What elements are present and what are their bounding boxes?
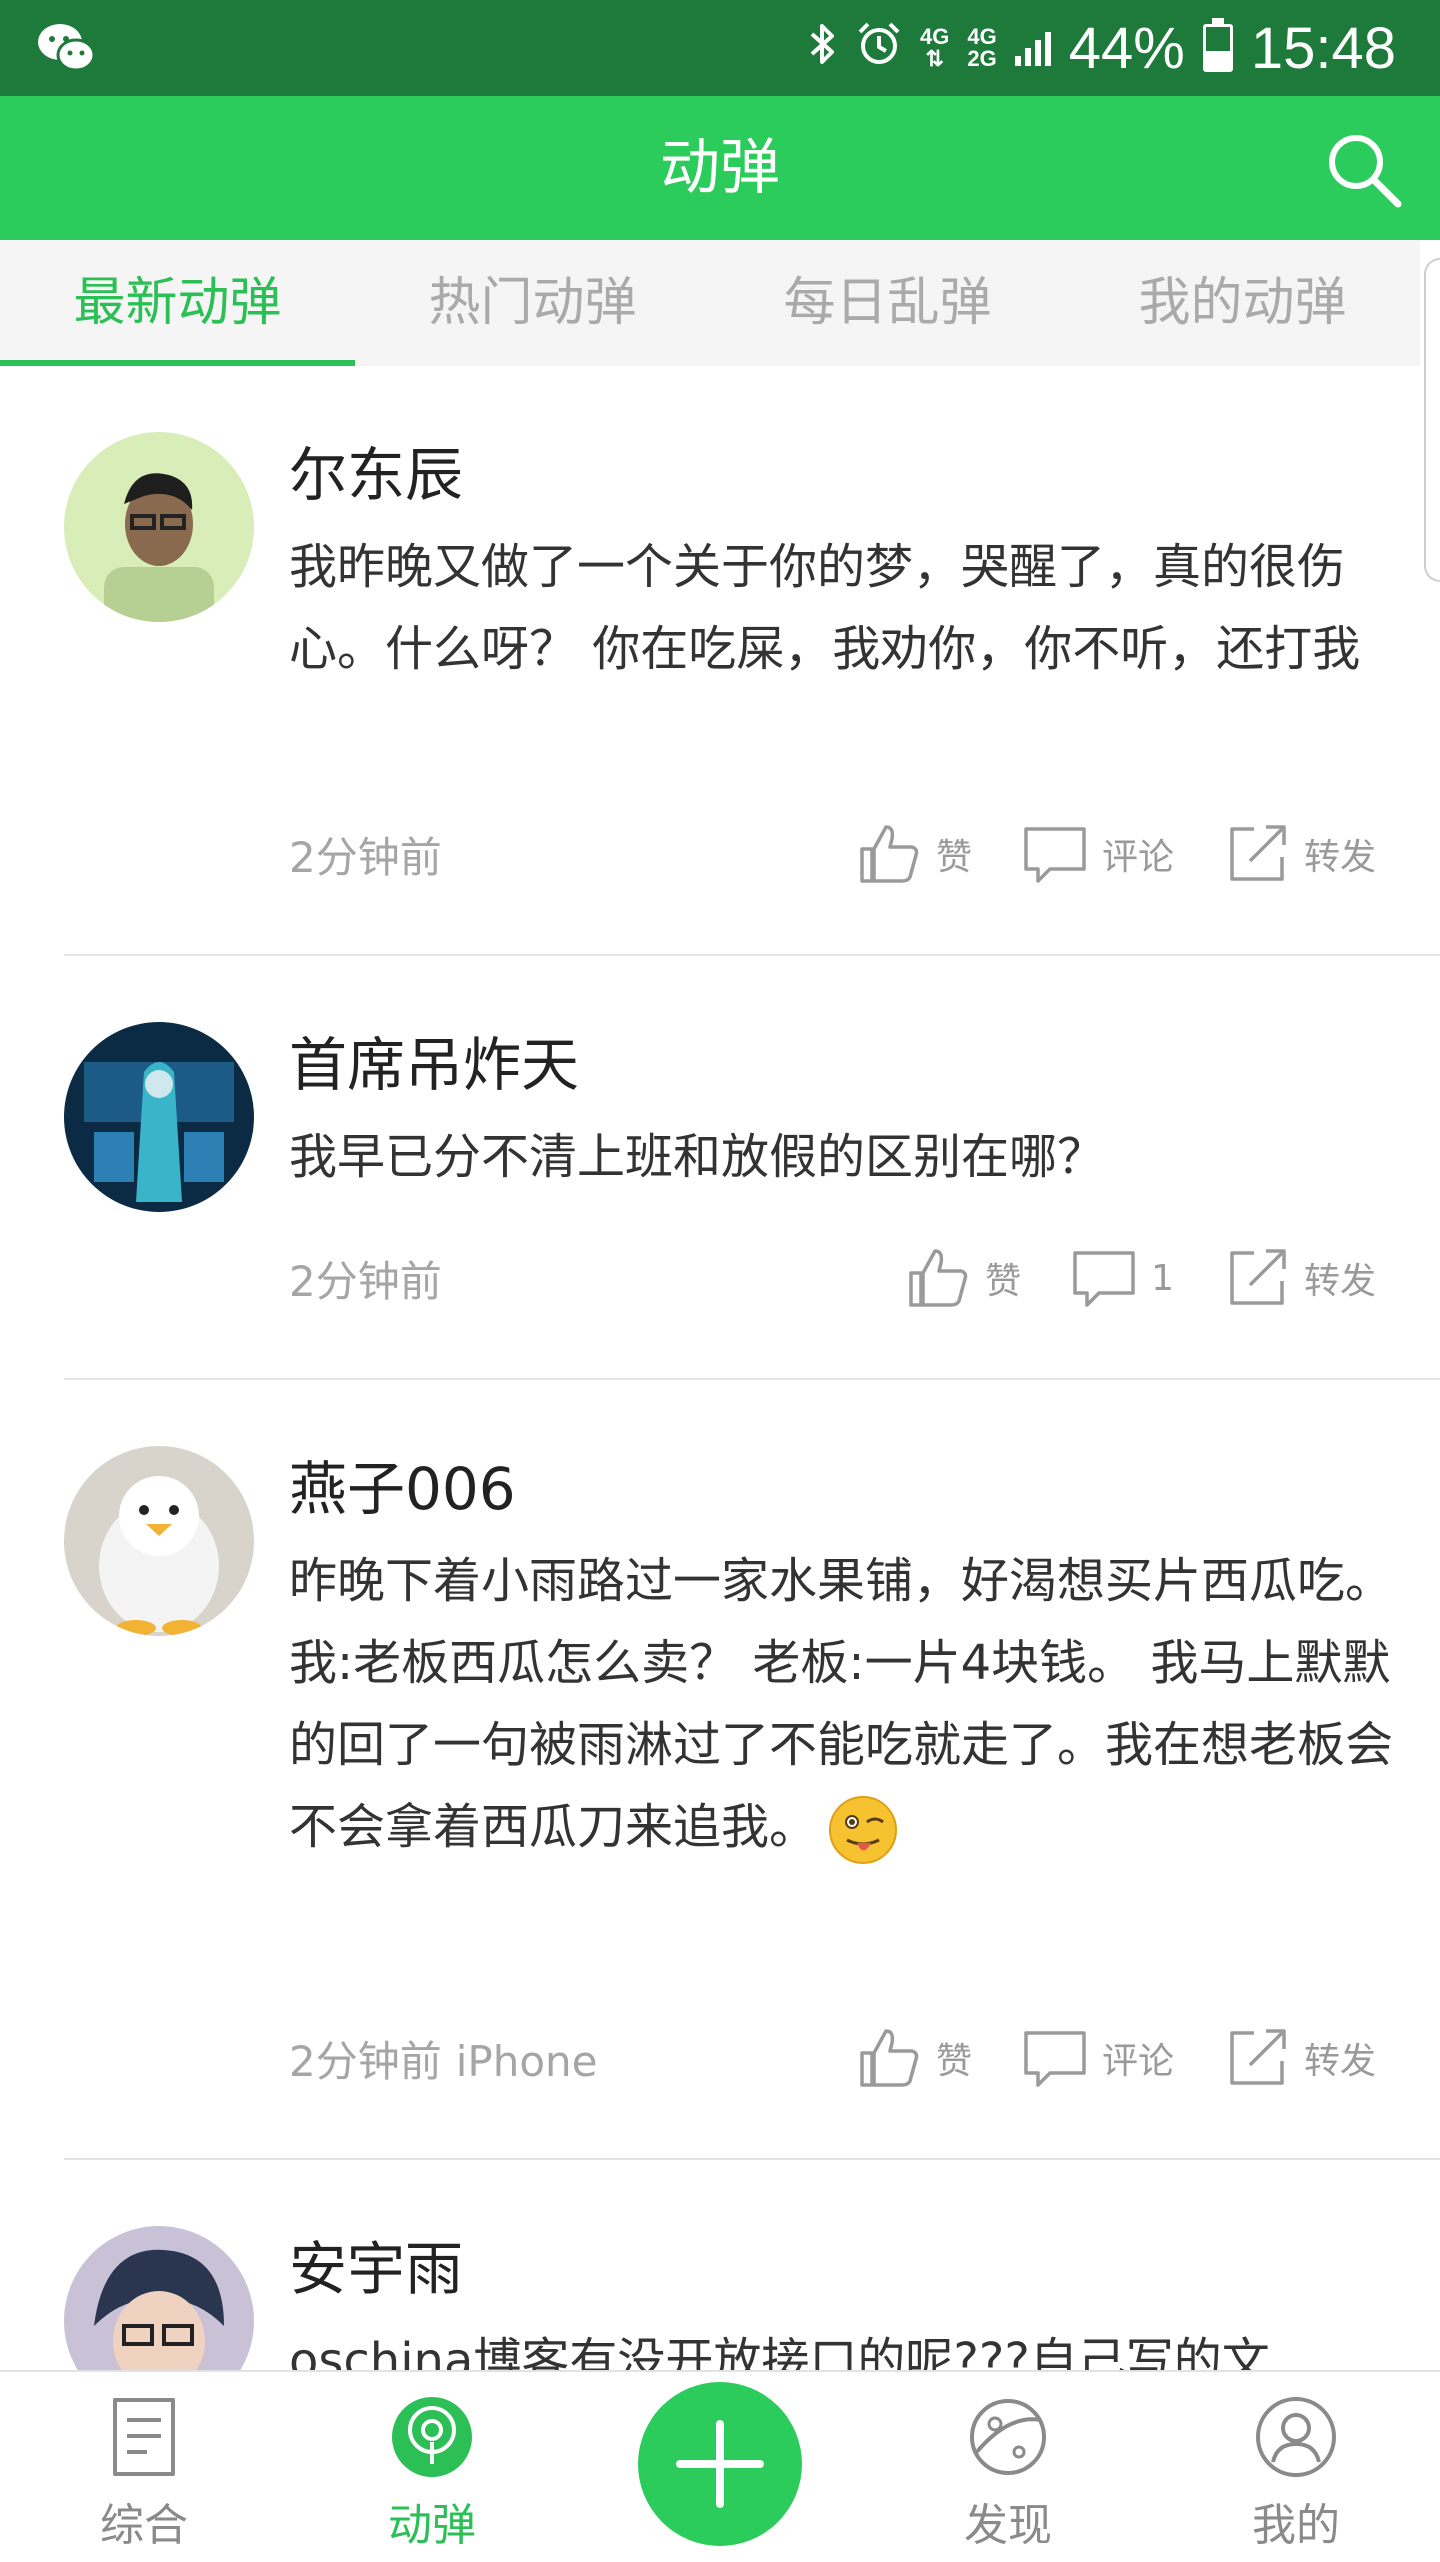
like-button[interactable]: 赞: [856, 821, 972, 887]
planet-icon: [970, 2399, 1046, 2475]
like-label: 赞: [935, 837, 972, 878]
username[interactable]: 尔东辰: [289, 440, 463, 510]
forward-button[interactable]: 转发: [1224, 821, 1376, 887]
tab-hot[interactable]: 热门动弹: [355, 240, 710, 366]
thumbs-up-icon: [860, 2029, 919, 2087]
status-bar: 4G ⇅ 4G 2G 44% 15:48: [0, 0, 1440, 96]
nav-label: 动弹: [388, 2500, 476, 2551]
nav-label: 综合: [100, 2500, 188, 2551]
nav-general[interactable]: 综合: [0, 2372, 288, 2562]
comment-label: 评论: [1101, 837, 1174, 878]
list-item[interactable]: 首席吊炸天 我早已分不清上班和放假的区别在哪？ 2分钟前 赞 1 转发: [64, 956, 1440, 1380]
post-time: 2分钟前: [289, 1257, 442, 1306]
page-title: 动弹: [660, 133, 780, 203]
post-content: 我早已分不清上班和放假的区别在哪？: [289, 1129, 1106, 1185]
comment-button[interactable]: 1: [1071, 1245, 1174, 1311]
share-icon: [1230, 2029, 1286, 2085]
avatar[interactable]: [64, 1022, 254, 1212]
share-icon: [1230, 825, 1286, 881]
comment-count: 1: [1151, 1257, 1174, 1299]
tab-latest[interactable]: 最新动弹: [0, 240, 355, 366]
thumbs-up-icon: [860, 825, 919, 883]
like-label: 赞: [985, 1261, 1022, 1302]
bluetooth-icon: [806, 15, 838, 82]
share-icon: [1230, 1249, 1286, 1305]
comment-button[interactable]: 评论: [1022, 2025, 1174, 2091]
username[interactable]: 首席吊炸天: [289, 1030, 579, 1100]
comment-icon: [1024, 827, 1086, 883]
forward-label: 转发: [1303, 837, 1376, 878]
post-meta: 2分钟前: [289, 828, 442, 888]
forward-label: 转发: [1303, 1261, 1376, 1302]
list-item[interactable]: 尔东辰 我昨晚又做了一个关于你的梦，哭醒了，真的很伤心。什么呀？ 你在吃屎，我劝…: [64, 366, 1440, 956]
nav-label: 我的: [1252, 2500, 1340, 2551]
search-icon: [1329, 135, 1402, 208]
comment-icon: [1073, 1251, 1135, 1307]
plus-icon: [676, 2420, 764, 2508]
document-icon: [113, 2398, 175, 2476]
battery-icon: [1202, 18, 1233, 72]
like-button[interactable]: 赞: [905, 1245, 1021, 1311]
user-icon: [1256, 2397, 1336, 2477]
comment-icon: [1024, 2031, 1086, 2087]
post-time: 2分钟前: [289, 833, 442, 882]
wechat-notification-icon: [36, 22, 96, 78]
post-content: oschina博客有没开放接口的呢???自己写的文: [289, 2333, 1270, 2370]
post-device: iPhone: [455, 2037, 598, 2086]
comment-button[interactable]: 评论: [1022, 821, 1174, 887]
list-item[interactable]: 安宇雨 oschina博客有没开放接口的呢???自己写的文: [64, 2160, 1440, 2370]
tab-bar: 最新动弹 热门动弹 每日乱弹 我的动弹: [0, 240, 1420, 366]
avatar[interactable]: [64, 1446, 254, 1636]
comment-label: 评论: [1101, 2041, 1174, 2082]
avatar[interactable]: [64, 432, 254, 622]
avatar[interactable]: [64, 2226, 254, 2370]
nav-discover[interactable]: 发现: [864, 2372, 1152, 2562]
post-meta: 2分钟前 iPhone: [289, 2032, 598, 2092]
tab-mine[interactable]: 我的动弹: [1065, 240, 1420, 366]
like-label: 赞: [935, 2041, 972, 2082]
new-tweet-button[interactable]: [638, 2382, 802, 2546]
network-4g-2g-indicator: 4G 2G: [967, 24, 997, 71]
like-button[interactable]: 赞: [856, 2025, 972, 2091]
signal-strength-icon: [1014, 30, 1051, 66]
alarm-icon: [856, 15, 902, 82]
post-content: 昨晚下着小雨路过一家水果铺，好渴想买片西瓜吃。 我:老板西瓜怎么卖？ 老板:一片…: [289, 1540, 1419, 1868]
forward-button[interactable]: 转发: [1224, 2025, 1376, 2091]
post-content: 我昨晚又做了一个关于你的梦，哭醒了，真的很伤心。什么呀？ 你在吃屎，我劝你，你不…: [289, 539, 1361, 677]
tab-daily[interactable]: 每日乱弹: [710, 240, 1065, 366]
search-button[interactable]: [1320, 126, 1410, 216]
post-actions: 赞 1 转发: [905, 1245, 1376, 1311]
network-4g-indicator: 4G ⇅: [920, 24, 950, 71]
forward-label: 转发: [1303, 2041, 1376, 2082]
list-item[interactable]: 燕子006 昨晚下着小雨路过一家水果铺，好渴想买片西瓜吃。 我:老板西瓜怎么卖？…: [64, 1380, 1440, 2160]
username[interactable]: 安宇雨: [289, 2234, 463, 2304]
username[interactable]: 燕子006: [289, 1454, 516, 1524]
status-time: 15:48: [1250, 15, 1396, 81]
winking-tongue-emoji-icon: [827, 1794, 899, 1866]
post-time: 2分钟前: [289, 2037, 442, 2086]
battery-percent: 44%: [1068, 15, 1185, 81]
nav-tweets[interactable]: 动弹: [288, 2372, 576, 2562]
post-meta: 2分钟前: [289, 1252, 442, 1312]
forward-button[interactable]: 转发: [1224, 1245, 1376, 1311]
nav-me[interactable]: 我的: [1152, 2372, 1440, 2562]
post-actions: 赞 评论 转发: [856, 2025, 1376, 2091]
tweet-icon: [392, 2397, 472, 2477]
app-bar: 动弹: [0, 96, 1440, 240]
nav-label: 发现: [964, 2500, 1052, 2551]
thumbs-up-icon: [909, 1249, 968, 1307]
tweet-feed[interactable]: 尔东辰 我昨晚又做了一个关于你的梦，哭醒了，真的很伤心。什么呀？ 你在吃屎，我劝…: [0, 366, 1440, 2370]
post-actions: 赞 评论 转发: [856, 821, 1376, 887]
